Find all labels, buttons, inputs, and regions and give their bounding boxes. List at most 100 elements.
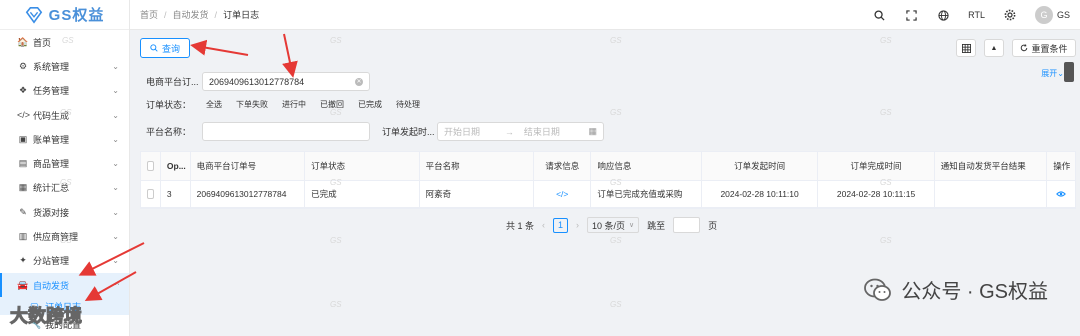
filter-status: 订单状态： 全选 下单失败 进行中 已撤回 已完成 待处理: [146, 98, 434, 111]
next-page-icon[interactable]: ›: [576, 220, 579, 230]
globe-icon[interactable]: [936, 9, 950, 21]
query-button[interactable]: 查询: [140, 38, 190, 58]
platform-input[interactable]: [202, 122, 370, 141]
sidebar-item-label: 分站管理: [33, 256, 70, 267]
column-header: 订单发起时间: [702, 152, 819, 180]
table-cell-request[interactable]: </>: [534, 181, 592, 207]
bottom-watermark: 大数跨境: [10, 306, 83, 327]
search-icon: [150, 44, 158, 52]
prev-page-icon[interactable]: ‹: [542, 220, 545, 230]
scrollbar-handle[interactable]: [1064, 62, 1074, 82]
breadcrumb-item-auto-ship[interactable]: 自动发货: [173, 8, 209, 21]
sidebar-item-label: 账单管理: [33, 134, 70, 145]
collapse-button[interactable]: ▲: [984, 39, 1004, 57]
table-cell-start-time: 2024-02-28 10:11:10: [702, 181, 819, 207]
sidebar-item[interactable]: ▥ 供应商管理 ⌄: [0, 224, 129, 248]
status-option[interactable]: 已完成: [358, 99, 382, 110]
page-size-value: 10 条/页: [592, 220, 626, 231]
filter-platform: 平台名称： 订单发起时... 开始日期 → 结束日期 ▦: [146, 122, 604, 141]
table-icon: ▦: [18, 182, 28, 193]
wechat-label: 公众号 · GS权益: [901, 281, 1048, 303]
column-header: 订单状态: [305, 152, 420, 180]
expand-toggle[interactable]: 展开⌄: [1041, 68, 1064, 79]
jump-input[interactable]: [673, 217, 701, 233]
search-icon[interactable]: [872, 9, 886, 21]
gear-icon[interactable]: [1003, 9, 1017, 21]
sidebar-item[interactable]: ⚙ 系统管理 ⌄: [0, 54, 129, 78]
status-option[interactable]: 下单失败: [236, 99, 268, 110]
chevron-down-icon: ⌄: [112, 256, 119, 266]
end-date-placeholder: 结束日期: [523, 127, 560, 137]
row-checkbox-cell[interactable]: [141, 181, 161, 207]
user-menu[interactable]: G GS: [1034, 6, 1070, 24]
calendar-icon: ▦: [588, 126, 597, 136]
sidebar-menu: 🏠 首页 ⚙ 系统管理 ⌄ ❖ 任务管理 ⌄ </> 代码生成 ⌄ ▣ 账单管理 ⌄ ▤ 商品管理 ⌄ ▦ 统计汇总…: [0, 30, 129, 334]
page-number[interactable]: 1: [553, 217, 569, 233]
sidebar-item[interactable]: </> 代码生成 ⌄: [0, 103, 129, 127]
table-cell-order-no: 2069409613012778784: [191, 181, 306, 207]
column-header: 操作: [1053, 161, 1071, 171]
order-no-input[interactable]: 2069409613012778784 ✕: [202, 72, 370, 91]
reset-button-label: 重置条件: [1031, 43, 1068, 54]
sidebar-item-label: 自动发货: [33, 280, 70, 291]
sidebar-item[interactable]: ✎ 货源对接 ⌄: [0, 200, 129, 224]
chevron-down-icon: ⌄: [112, 61, 119, 71]
column-header: Op...: [161, 152, 191, 180]
sidebar-item[interactable]: ✦ 分站管理 ⌄: [0, 249, 129, 273]
checkbox[interactable]: [147, 161, 154, 171]
column-header: 电商平台订单号: [191, 152, 306, 180]
sidebar-item[interactable]: ❖ 任务管理 ⌄: [0, 79, 129, 103]
logo-text: GS权益: [48, 7, 105, 24]
breadcrumb-item-current: 订单日志: [223, 10, 260, 20]
sidebar-item[interactable]: ▦ 统计汇总 ⌄: [0, 176, 129, 200]
home-icon: 🏠: [17, 36, 29, 47]
eye-icon[interactable]: [1056, 190, 1067, 198]
sidebar-item-label: 系统管理: [33, 61, 70, 72]
goods-icon: ▤: [18, 158, 28, 169]
start-date-placeholder: 开始日期: [444, 127, 481, 137]
fullscreen-icon[interactable]: [904, 9, 918, 21]
supplier-icon: ▥: [18, 231, 28, 242]
column-header: 平台名称: [420, 152, 535, 180]
status-option[interactable]: 全选: [206, 99, 222, 110]
sidebar-item-label: 任务管理: [33, 86, 70, 97]
table-icon: [961, 43, 971, 53]
sidebar-item[interactable]: ▤ 商品管理 ⌄: [0, 151, 129, 175]
gears-icon: ⚙: [18, 60, 28, 71]
rtl-toggle[interactable]: RTL: [968, 10, 985, 20]
jump-label: 跳至: [647, 220, 666, 231]
select-all-checkbox[interactable]: [141, 152, 161, 180]
chevron-down-icon: ⌄: [1057, 69, 1064, 78]
reset-button[interactable]: 重置条件: [1012, 39, 1076, 57]
table-cell-op: 3: [161, 181, 191, 207]
breadcrumb-separator: /: [164, 9, 167, 20]
breadcrumb-item-home[interactable]: 首页: [140, 8, 158, 21]
bill-icon: ▣: [18, 133, 28, 144]
table-tools: ▲ 重置条件: [956, 39, 1076, 57]
chevron-down-icon: ⌄: [112, 134, 119, 144]
order-no-label: 电商平台订...: [146, 77, 199, 87]
sidebar-item[interactable]: 🏠 首页: [0, 30, 129, 54]
time-label: 订单发起时...: [382, 127, 435, 137]
date-range-picker[interactable]: 开始日期 → 结束日期 ▦: [437, 122, 604, 141]
status-option[interactable]: 已撤回: [320, 99, 344, 110]
sidebar-item[interactable]: 🚘 自动发货 ^: [0, 272, 129, 298]
query-button-label: 查询: [161, 43, 180, 54]
plug-icon: ✎: [19, 206, 27, 217]
breadcrumb: 首页 / 自动发货 / 订单日志: [140, 8, 259, 21]
sidebar-item-label: 商品管理: [33, 159, 70, 170]
status-option[interactable]: 待处理: [396, 99, 420, 110]
chevron-down-icon: ⌄: [112, 207, 119, 217]
view-action[interactable]: [1047, 181, 1075, 207]
sidebar: GS权益 🏠 首页 ⚙ 系统管理 ⌄ ❖ 任务管理 ⌄ </> 代码生成 ⌄ ▣ 账单管理 ⌄ ▤ 商品管理 ⌄…: [0, 0, 130, 336]
checkbox[interactable]: [147, 189, 154, 199]
sidebar-item[interactable]: ▣ 账单管理 ⌄: [0, 127, 129, 151]
column-settings-button[interactable]: [956, 39, 976, 57]
logo[interactable]: GS权益: [0, 0, 129, 30]
sidebar-item-label: 货源对接: [33, 207, 70, 218]
clear-icon[interactable]: ✕: [355, 77, 363, 86]
page-size-select[interactable]: 10 条/页 ∨: [587, 217, 640, 233]
refresh-icon: [1021, 44, 1028, 52]
status-option[interactable]: 进行中: [282, 99, 306, 110]
chevron-down-icon: ⌄: [112, 183, 119, 193]
